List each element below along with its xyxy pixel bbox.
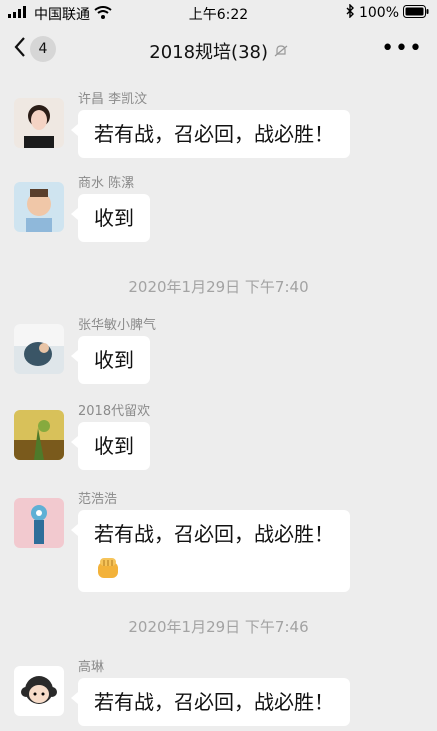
message-item: 高琳 若有战，召必回，战必胜！ — [14, 656, 424, 731]
battery-icon — [403, 4, 429, 22]
timestamp: 2020年1月29日 下午7:40 — [128, 278, 309, 296]
sender-name: 张华敏小脾气 — [78, 318, 157, 333]
message-item: 许昌 李凯汶 若有战，召必回，战必胜！ — [14, 88, 424, 158]
avatar[interactable] — [14, 666, 64, 716]
message-item: 范浩浩 若有战，召必回，战必胜！ — [14, 488, 424, 592]
chat-title-text: 2018规培(38) — [149, 42, 269, 63]
message-text: 若有战，召必回，战必胜！ — [94, 122, 334, 146]
message-item: 商水 陈漯 收到 — [14, 172, 424, 244]
status-bar: 中国联通 上午6:22 100% — [0, 0, 437, 26]
avatar[interactable] — [14, 498, 64, 548]
avatar[interactable] — [14, 182, 64, 232]
chat-title: 2018规培(38) — [0, 38, 437, 64]
message-text: 收到 — [94, 206, 134, 230]
mute-bell-icon — [274, 42, 288, 63]
sender-name: 2018代留欢 — [78, 404, 151, 419]
sender-name: 范浩浩 — [78, 492, 118, 507]
avatar[interactable] — [14, 324, 64, 374]
message-item: 2018代留欢 收到 — [14, 400, 424, 472]
message-text: 若有战，召必回，战必胜！ — [94, 690, 334, 714]
more-dots-icon: ••• — [381, 36, 423, 61]
more-options-button[interactable]: ••• — [381, 36, 423, 61]
battery-percent: 100% — [358, 5, 399, 21]
message-bubble[interactable]: 若有战，召必回，战必胜！ — [71, 510, 350, 592]
sender-name: 商水 陈漯 — [78, 176, 135, 191]
status-right: 100% — [346, 3, 429, 22]
message-bubble[interactable]: 若有战，召必回，战必胜！ — [71, 678, 350, 726]
message-item: 张华敏小脾气 收到 — [14, 314, 424, 386]
message-list[interactable]: 许昌 李凯汶 若有战，召必回，战必胜！ 商水 陈漯 收到 2020年1月29日 … — [0, 74, 437, 731]
timestamp: 2020年1月29日 下午7:46 — [128, 618, 309, 636]
sender-name: 许昌 李凯汶 — [78, 92, 148, 107]
avatar[interactable] — [14, 98, 64, 148]
chat-header: 4 2018规培(38) ••• — [0, 26, 437, 74]
message-bubble[interactable]: 收到 — [71, 336, 150, 384]
message-text: 若有战，召必回，战必胜！ — [94, 522, 334, 546]
message-bubble[interactable]: 若有战，召必回，战必胜！ — [71, 110, 350, 158]
message-bubble[interactable]: 收到 — [71, 422, 150, 470]
sender-name: 高琳 — [78, 660, 105, 675]
bluetooth-icon — [346, 3, 355, 22]
avatar[interactable] — [14, 410, 64, 460]
message-text: 收到 — [94, 348, 134, 372]
message-bubble[interactable]: 收到 — [71, 194, 150, 242]
fist-emoji-icon — [94, 554, 122, 582]
message-text: 收到 — [94, 434, 134, 458]
